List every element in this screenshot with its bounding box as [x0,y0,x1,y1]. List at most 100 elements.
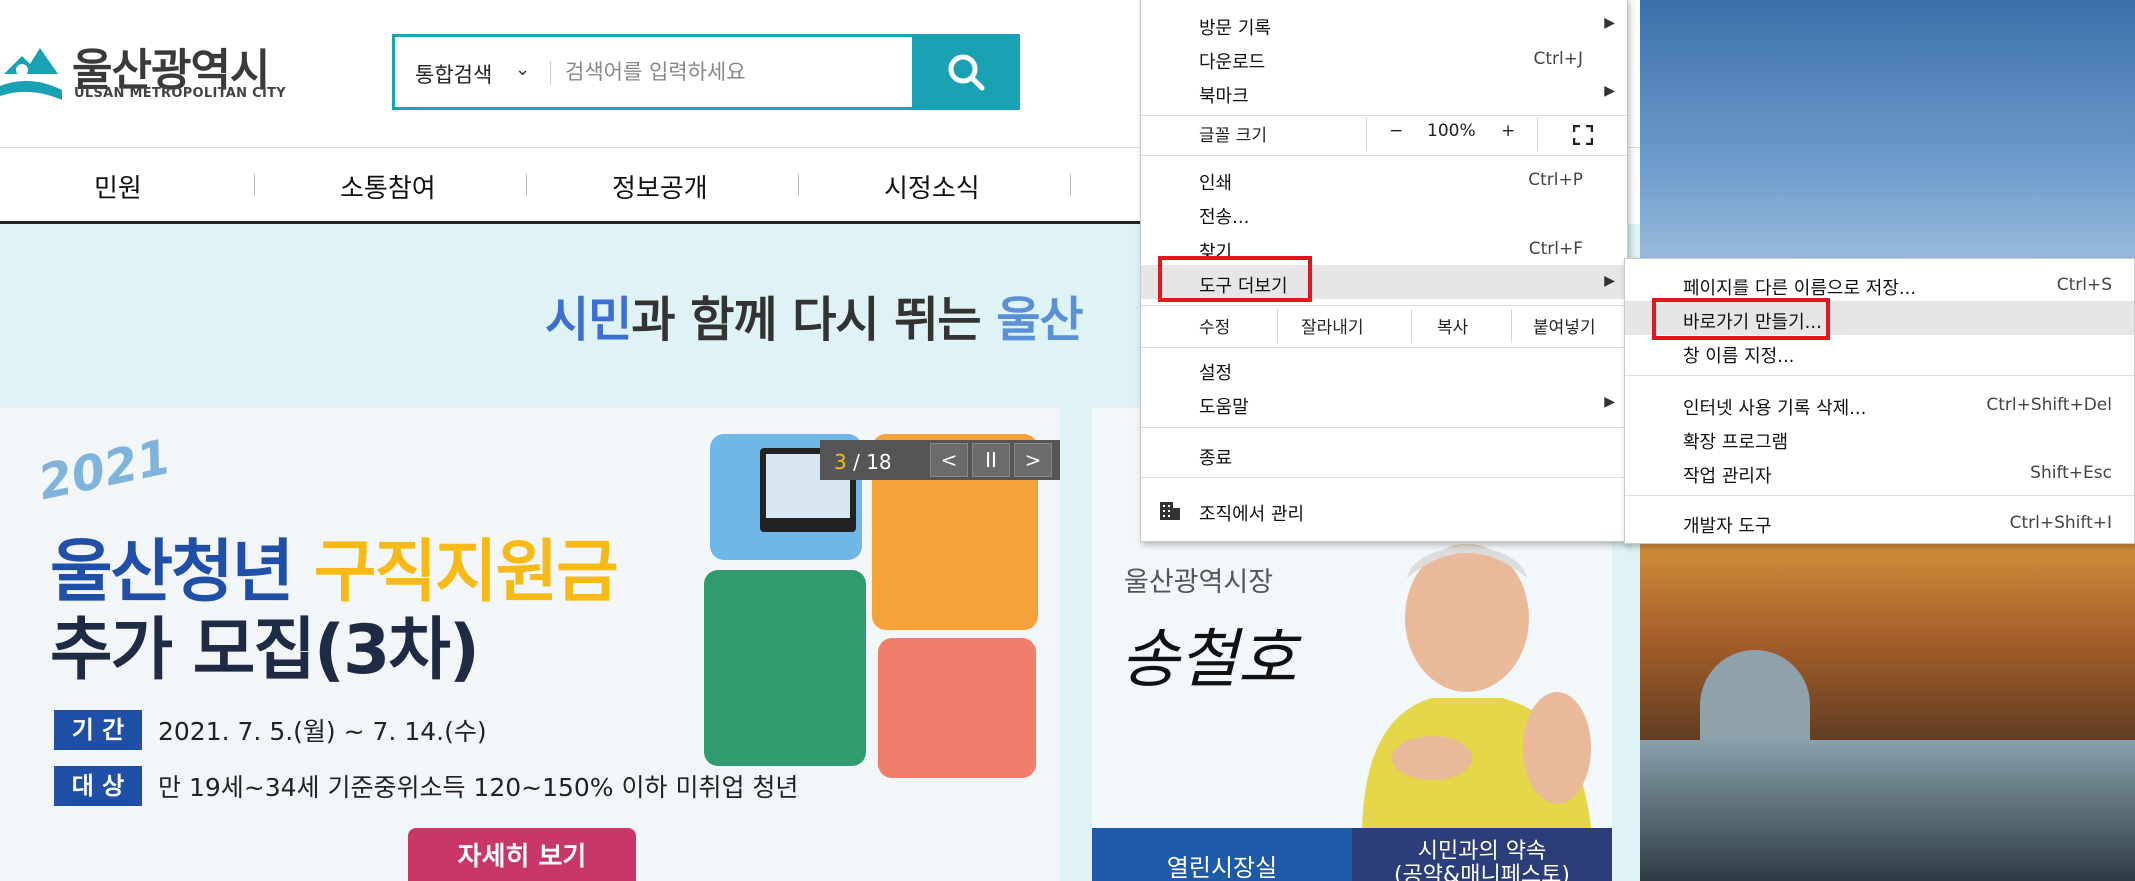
pause-slide-button[interactable]: II [972,443,1010,477]
submenu-item-extensions[interactable]: 확장 프로그램 [1625,421,2134,455]
search-divider [550,61,551,85]
citizen-promise-tab[interactable]: 시민과의 약속 (공약&매니페스토) [1352,828,1612,881]
edit-divider [1277,309,1278,343]
menu-separator [1141,305,1627,306]
nav-divider [526,174,527,196]
prev-slide-button[interactable]: < [930,443,968,477]
slogan-part3: 울산 [996,292,1083,348]
edit-divider [1511,309,1512,343]
copy-button[interactable]: 복사 [1437,313,1468,338]
menu-shortcut: Ctrl+S [2056,275,2112,295]
mayor-signature: 송철호 [1120,623,1297,697]
menu-item-bookmarks[interactable]: 북마크 ▶ [1141,75,1627,109]
menu-separator [1625,375,2134,376]
pager-current: 3 [834,450,847,474]
banner-target-row: 대 상 만 19세~34세 기준중위소득 120~150% 이하 미취업 청년 [54,766,798,806]
ulsan-logo-icon[interactable] [0,34,64,104]
menu-item-label: 조직에서 관리 [1199,504,1305,525]
menu-item-label: 인쇄 [1199,173,1233,194]
submenu-item-developer-tools[interactable]: 개발자 도구 Ctrl+Shift+I [1625,505,2134,539]
highlight-create-shortcut [1652,298,1830,340]
search-button[interactable] [912,34,1020,110]
illustration-laptop [878,638,1036,778]
nav-divider [1070,174,1071,196]
menu-item-downloads[interactable]: 다운로드 Ctrl+J [1141,41,1627,75]
menu-item-history[interactable]: 방문 기록 ▶ [1141,7,1627,41]
highlight-more-tools [1158,256,1312,302]
nav-item-communication[interactable]: 소통참여 [340,168,436,205]
menu-shortcut: Shift+Esc [2030,463,2112,483]
menu-item-label: 다운로드 [1199,52,1266,73]
menu-item-label: 방문 기록 [1199,18,1271,39]
paste-button[interactable]: 붙여넣기 [1533,313,1596,338]
menu-item-label: 종료 [1199,448,1233,469]
menu-separator [1141,347,1627,348]
menu-item-managed-by-org[interactable]: 조직에서 관리 [1141,493,1627,527]
pager-total: / 18 [853,450,892,474]
logo-subtitle: ULSAN METROPOLITAN CITY [74,86,286,101]
submenu-item-clear-browsing-data[interactable]: 인터넷 사용 기록 삭제... Ctrl+Shift+Del [1625,387,2134,421]
banner-title-line2: 추가 모집(3차) [50,611,480,690]
menu-separator [1141,477,1627,478]
zoom-value: 100% [1427,121,1476,141]
menu-item-help[interactable]: 도움말 ▶ [1141,386,1627,420]
menu-item-settings[interactable]: 설정 [1141,352,1627,386]
promise-tab-line1: 시민과의 약속 [1417,839,1547,864]
zoom-in-button[interactable]: + [1501,121,1515,141]
edit-label: 수정 [1199,318,1231,338]
building-icon [1160,502,1180,520]
edit-divider [1411,309,1412,343]
submenu-item-save-page-as[interactable]: 페이지를 다른 이름으로 저장... Ctrl+S [1625,267,2134,301]
integrated-search: 통합검색 ⌄ [392,34,1063,110]
menu-shortcut: Ctrl+J [1533,49,1583,69]
menu-shortcut: Ctrl+F [1528,239,1583,259]
search-type-select[interactable]: 통합검색 [415,59,492,89]
menu-separator [1625,495,2134,496]
next-slide-button[interactable]: > [1014,443,1052,477]
menu-shortcut: Ctrl+P [1528,170,1583,190]
menu-separator [1141,427,1627,428]
promise-tab-line2: (공약&매니페스토) [1393,863,1570,881]
target-tag: 대 상 [54,766,142,806]
submenu-arrow-icon: ▶ [1604,394,1615,410]
zoom-divider [1537,117,1538,151]
submenu-arrow-icon: ▶ [1604,15,1615,31]
wallpaper-sea [1640,740,2135,881]
zoom-out-button[interactable]: − [1389,121,1403,141]
submenu-arrow-icon: ▶ [1604,83,1615,99]
submenu-item-name-window[interactable]: 창 이름 지정... [1625,335,2134,369]
submenu-item-label: 개발자 도구 [1683,516,1772,537]
open-mayor-office-tab[interactable]: 열린시장실 [1092,828,1352,881]
submenu-item-label: 페이지를 다른 이름으로 저장... [1683,278,1917,299]
menu-item-label: 설정 [1199,363,1233,384]
menu-shortcut: Ctrl+Shift+I [2009,513,2112,533]
nav-divider [254,174,255,196]
menu-item-cast[interactable]: 전송... [1141,196,1627,230]
more-details-button[interactable]: 자세히 보기 [408,828,636,881]
slogan-part1: 시민 [545,292,632,348]
cut-button[interactable]: 잘라내기 [1301,313,1364,338]
menu-item-exit[interactable]: 종료 [1141,437,1627,471]
fullscreen-icon[interactable] [1573,125,1593,145]
submenu-item-task-manager[interactable]: 작업 관리자 Shift+Esc [1625,455,2134,489]
nav-item-civil[interactable]: 민원 [94,168,142,205]
menu-separator [1141,155,1627,156]
edit-row: 수정 잘라내기 복사 붙여넣기 [1141,307,1627,347]
banner-year: 2021 [33,428,176,512]
mayor-subtitle: 울산광역시장 [1124,567,1274,598]
zoom-divider [1366,117,1367,151]
pager-count: 3 / 18 [834,450,892,474]
submenu-item-label: 창 이름 지정... [1683,346,1795,367]
menu-item-print[interactable]: 인쇄 Ctrl+P [1141,162,1627,196]
period-text: 2021. 7. 5.(월) ~ 7. 14.(수) [158,717,487,746]
main-nav: 민원 소통참여 정보공개 시정소식 [0,148,1160,224]
banner-pager: 3 / 18 < II > [820,440,1060,480]
zoom-label: 글꼴 크기 [1199,126,1267,146]
slogan-part2: 과 함께 다시 뛰는 [631,292,997,348]
nav-item-information[interactable]: 정보공개 [612,168,708,205]
target-text: 만 19세~34세 기준중위소득 120~150% 이하 미취업 청년 [158,773,799,802]
chevron-down-icon[interactable]: ⌄ [515,59,530,80]
menu-shortcut: Ctrl+Shift+Del [1986,395,2112,415]
menu-item-label: 북마크 [1199,86,1249,107]
nav-item-news[interactable]: 시정소식 [884,168,980,205]
